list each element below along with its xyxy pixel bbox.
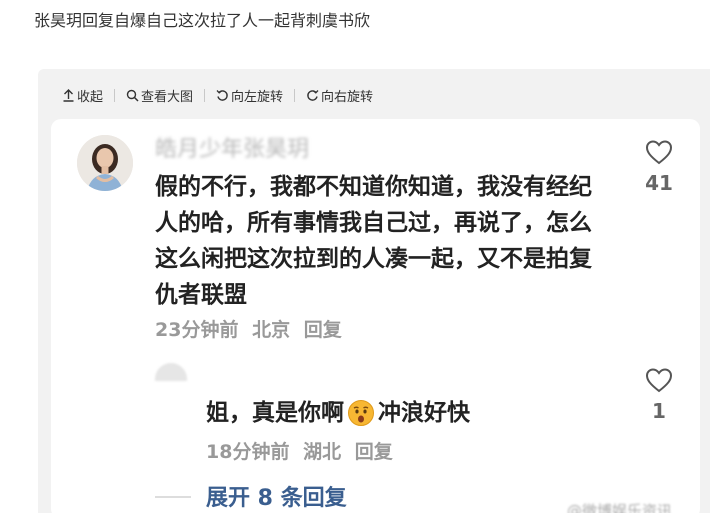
comment-like-button[interactable]: 41 — [639, 139, 679, 195]
comment-screenshot: 皓月少年张昊玥 假的不行，我都不知道你知道，我没有经纪人的哈，所有事情我自己过，… — [51, 119, 700, 513]
reply-location: 湖北 — [303, 441, 342, 463]
comment-like-count: 41 — [645, 171, 673, 195]
comment-location: 北京 — [252, 319, 291, 341]
rotate-right-button[interactable]: 向右旋转 — [306, 86, 373, 105]
comment-meta: 23分钟前 北京 回复 — [155, 315, 349, 342]
reply-text-start: 姐，真是你啊 — [206, 400, 344, 426]
view-large-label: 查看大图 — [141, 89, 194, 105]
rotate-left-label: 向左旋转 — [231, 89, 284, 105]
comment-reply-button[interactable]: 回复 — [304, 319, 342, 341]
post-title: 张昊玥回复自爆自己这次拉了人一起背刺虞书欣 — [34, 11, 371, 30]
comment-time: 23分钟前 — [155, 319, 239, 341]
image-viewer: 收起 查看大图 向左旋转 向右旋转 皓月少年张昊玥 假的不行，我都不知道你知道，… — [38, 69, 710, 513]
comment-text: 假的不行，我都不知道你知道，我没有经纪人的哈，所有事情我自己过，再说了，怎么这么… — [155, 174, 592, 308]
collapse-label: 收起 — [77, 89, 104, 105]
toolbar-divider — [294, 88, 296, 102]
watermark: @微博娱乐资讯 — [567, 502, 673, 513]
reply-reply-button[interactable]: 回复 — [355, 441, 393, 463]
reply-text-end: 冲浪好快 — [378, 400, 470, 426]
astonished-face-emoji-icon — [348, 400, 374, 426]
reply-text: 姐，真是你啊 冲浪好快 — [206, 397, 470, 429]
rotate-left-button[interactable]: 向左旋转 — [216, 86, 283, 105]
reply-like-count: 1 — [652, 399, 666, 423]
reply-time: 18分钟前 — [206, 441, 290, 463]
avatar — [77, 135, 133, 191]
expand-divider — [155, 496, 191, 498]
rotate-left-icon — [216, 89, 228, 101]
reply-avatar — [155, 363, 187, 381]
view-large-button[interactable]: 查看大图 — [126, 86, 193, 105]
rotate-right-label: 向右旋转 — [321, 89, 374, 105]
search-icon — [126, 89, 139, 102]
toolbar-divider — [204, 88, 206, 102]
arrow-up-icon — [63, 88, 74, 102]
heart-icon — [645, 140, 673, 165]
rotate-right-icon — [307, 89, 319, 101]
comment-username: 皓月少年张昊玥 — [155, 137, 310, 162]
reply-meta: 18分钟前 湖北 回复 — [206, 437, 400, 464]
reply-like-button[interactable]: 1 — [639, 367, 679, 423]
toolbar-divider — [114, 88, 116, 102]
expand-replies-link[interactable]: 展开 8 条回复 — [206, 480, 347, 512]
heart-icon — [645, 368, 673, 393]
image-toolbar: 收起 查看大图 向左旋转 向右旋转 — [62, 85, 373, 105]
collapse-button[interactable]: 收起 — [62, 86, 103, 105]
avatar-photo — [77, 135, 133, 191]
